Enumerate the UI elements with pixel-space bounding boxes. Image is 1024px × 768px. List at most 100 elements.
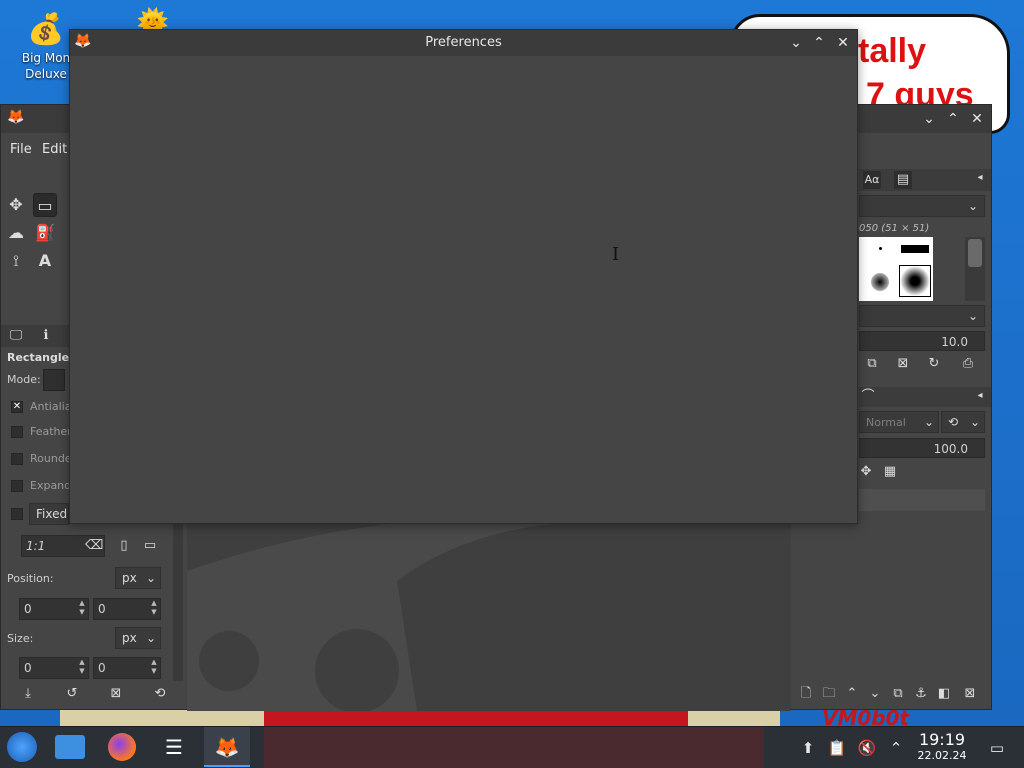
- desktop-icon-label-line2: Deluxe: [25, 67, 67, 81]
- feather-checkbox[interactable]: [11, 426, 23, 438]
- new-layer-group-icon[interactable]: 🗀: [820, 685, 838, 703]
- brush-grid[interactable]: [859, 237, 933, 301]
- file-manager-button[interactable]: [50, 727, 90, 767]
- minimize-button[interactable]: ⌄: [919, 109, 939, 129]
- preferences-dialog: 🦊 Preferences ⌄ ⌃ ✕ I: [69, 29, 858, 524]
- taskbar: ☰ 🦊 ⬆ 📋 🔇 ⌃ 19:19 22.02.24 ▭: [0, 726, 1024, 768]
- antialias-checkbox[interactable]: ✕: [11, 401, 23, 413]
- restore-icon[interactable]: ↺: [63, 685, 81, 703]
- brush-soft[interactable]: [871, 273, 889, 291]
- reset-icon[interactable]: ⟲: [151, 685, 169, 703]
- raise-layer-icon[interactable]: ⌃: [843, 685, 861, 703]
- brush-scrollbar-thumb[interactable]: [968, 239, 982, 267]
- menu-edit[interactable]: Edit: [42, 142, 67, 157]
- tray-expand-icon[interactable]: ⌃: [885, 737, 907, 759]
- menu-file[interactable]: File: [10, 142, 32, 157]
- brush-dot-small[interactable]: [879, 247, 882, 250]
- bucket-fill-tool-icon[interactable]: ⛽: [33, 221, 57, 245]
- device-status-tab-icon[interactable]: ℹ: [37, 327, 55, 345]
- new-layer-icon[interactable]: 🗋: [797, 685, 815, 703]
- big-money-desktop-icon[interactable]: 💰 Big Mon Deluxe: [16, 10, 76, 90]
- chevron-down-icon: ⌄: [967, 199, 978, 213]
- taskbar-spacer: [264, 727, 764, 768]
- brush-scrollbar[interactable]: [965, 237, 985, 301]
- mask-layer-icon[interactable]: ◧: [935, 685, 953, 703]
- sliders-icon: ☰: [165, 735, 183, 759]
- open-as-image-icon[interactable]: ⎙: [959, 355, 977, 373]
- size-unit-dropdown[interactable]: px ⌄: [115, 627, 161, 649]
- text-tool-icon[interactable]: A: [33, 249, 57, 273]
- volume-muted-icon[interactable]: 🔇: [856, 737, 878, 759]
- preferences-titlebar[interactable]: 🦊 Preferences ⌄ ⌃ ✕: [70, 30, 857, 56]
- antialias-label: Antialia: [30, 400, 72, 413]
- lower-layer-icon[interactable]: ⌄: [866, 685, 884, 703]
- size-unit-value: px: [122, 631, 137, 645]
- portrait-icon[interactable]: ▯: [115, 537, 133, 555]
- firefox-button[interactable]: [102, 727, 142, 767]
- folder-icon: [55, 735, 85, 759]
- preferences-title: Preferences: [425, 35, 502, 50]
- maximize-button[interactable]: ⌃: [809, 33, 829, 53]
- refresh-brushes-icon[interactable]: ↻: [925, 355, 943, 373]
- duplicate-brush-icon[interactable]: ⧉: [863, 355, 881, 373]
- show-desktop-icon[interactable]: ▭: [986, 737, 1008, 759]
- warp-tool-icon[interactable]: ☁: [4, 221, 28, 245]
- tool-options-tab-icon[interactable]: 🖵: [7, 327, 25, 345]
- position-unit-dropdown[interactable]: px ⌄: [115, 567, 161, 589]
- paths-tab-icon[interactable]: ⌒: [859, 388, 877, 406]
- delete-layer-icon[interactable]: ⊠: [961, 685, 979, 703]
- rect-select-tool-icon[interactable]: ▭: [33, 193, 57, 217]
- brush-filter-dropdown[interactable]: ⌄: [859, 195, 985, 217]
- layer-mode-value: Normal: [866, 416, 906, 429]
- expand-checkbox[interactable]: [11, 480, 23, 492]
- position-label: Position:: [7, 572, 54, 585]
- position-y-spin[interactable]: ▲ ▼: [149, 599, 159, 617]
- delete-brush-icon[interactable]: ⊠: [894, 355, 912, 373]
- font-tab[interactable]: Aα: [863, 171, 881, 189]
- start-menu-button[interactable]: [2, 727, 42, 767]
- rounded-label: Rounde: [30, 452, 72, 465]
- size-h-spin[interactable]: ▲ ▼: [149, 658, 159, 676]
- rounded-checkbox[interactable]: [11, 453, 23, 465]
- mode-replace-button[interactable]: [43, 369, 65, 391]
- layers-configure-icon[interactable]: ◂: [971, 387, 989, 405]
- clear-icon[interactable]: ⌫: [85, 537, 103, 555]
- layers-list[interactable]: [859, 489, 985, 511]
- move-tool-icon[interactable]: ✥: [4, 193, 28, 217]
- layer-mode-dropdown[interactable]: Normal ⌄: [859, 411, 939, 433]
- fixed-dropdown[interactable]: Fixed: [29, 503, 69, 525]
- image-canvas[interactable]: [187, 521, 791, 711]
- save-preset-icon[interactable]: ⤓: [19, 685, 37, 703]
- chevron-down-icon: ⌄: [967, 309, 978, 323]
- close-button[interactable]: ✕: [967, 109, 987, 129]
- delete-icon[interactable]: ⊠: [107, 685, 125, 703]
- document-tab-icon[interactable]: ▤: [894, 171, 912, 189]
- gimp-taskbar-button[interactable]: 🦊: [204, 727, 250, 767]
- brush-spacing-input[interactable]: 10.0: [859, 331, 985, 351]
- minimize-button[interactable]: ⌄: [786, 33, 806, 53]
- anchor-layer-icon[interactable]: ⚓: [912, 685, 930, 703]
- clock[interactable]: 19:19 22.02.24: [912, 731, 972, 763]
- update-icon[interactable]: ⬆: [797, 737, 819, 759]
- close-button[interactable]: ✕: [833, 33, 853, 53]
- fixed-checkbox[interactable]: [11, 508, 23, 520]
- layer-opacity-input[interactable]: 100.0: [859, 438, 985, 458]
- settings-button[interactable]: ☰: [154, 727, 194, 767]
- size-w-spin[interactable]: ▲ ▼: [77, 658, 87, 676]
- lock-position-icon[interactable]: ✥: [857, 463, 875, 481]
- brush-selected[interactable]: [899, 265, 931, 297]
- position-x-spin[interactable]: ▲ ▼: [77, 599, 87, 617]
- brush-bar[interactable]: [901, 245, 929, 253]
- path-tool-icon[interactable]: ⟟: [4, 249, 28, 273]
- chevron-down-icon: ⌄: [145, 631, 156, 645]
- gimp-wilber-icon: 🦊: [7, 109, 25, 125]
- landscape-icon[interactable]: ▭: [141, 537, 159, 555]
- lock-alpha-icon[interactable]: ▦: [881, 463, 899, 481]
- maximize-button[interactable]: ⌃: [943, 109, 963, 129]
- brush-tag-dropdown[interactable]: ⌄: [859, 305, 985, 327]
- layer-composite-dropdown[interactable]: ⟲ ⌄: [941, 411, 985, 433]
- clipboard-icon[interactable]: 📋: [826, 737, 848, 759]
- configure-tab-icon[interactable]: ◂: [971, 169, 989, 187]
- duplicate-layer-icon[interactable]: ⧉: [889, 685, 907, 703]
- expand-label: Expand: [30, 479, 72, 492]
